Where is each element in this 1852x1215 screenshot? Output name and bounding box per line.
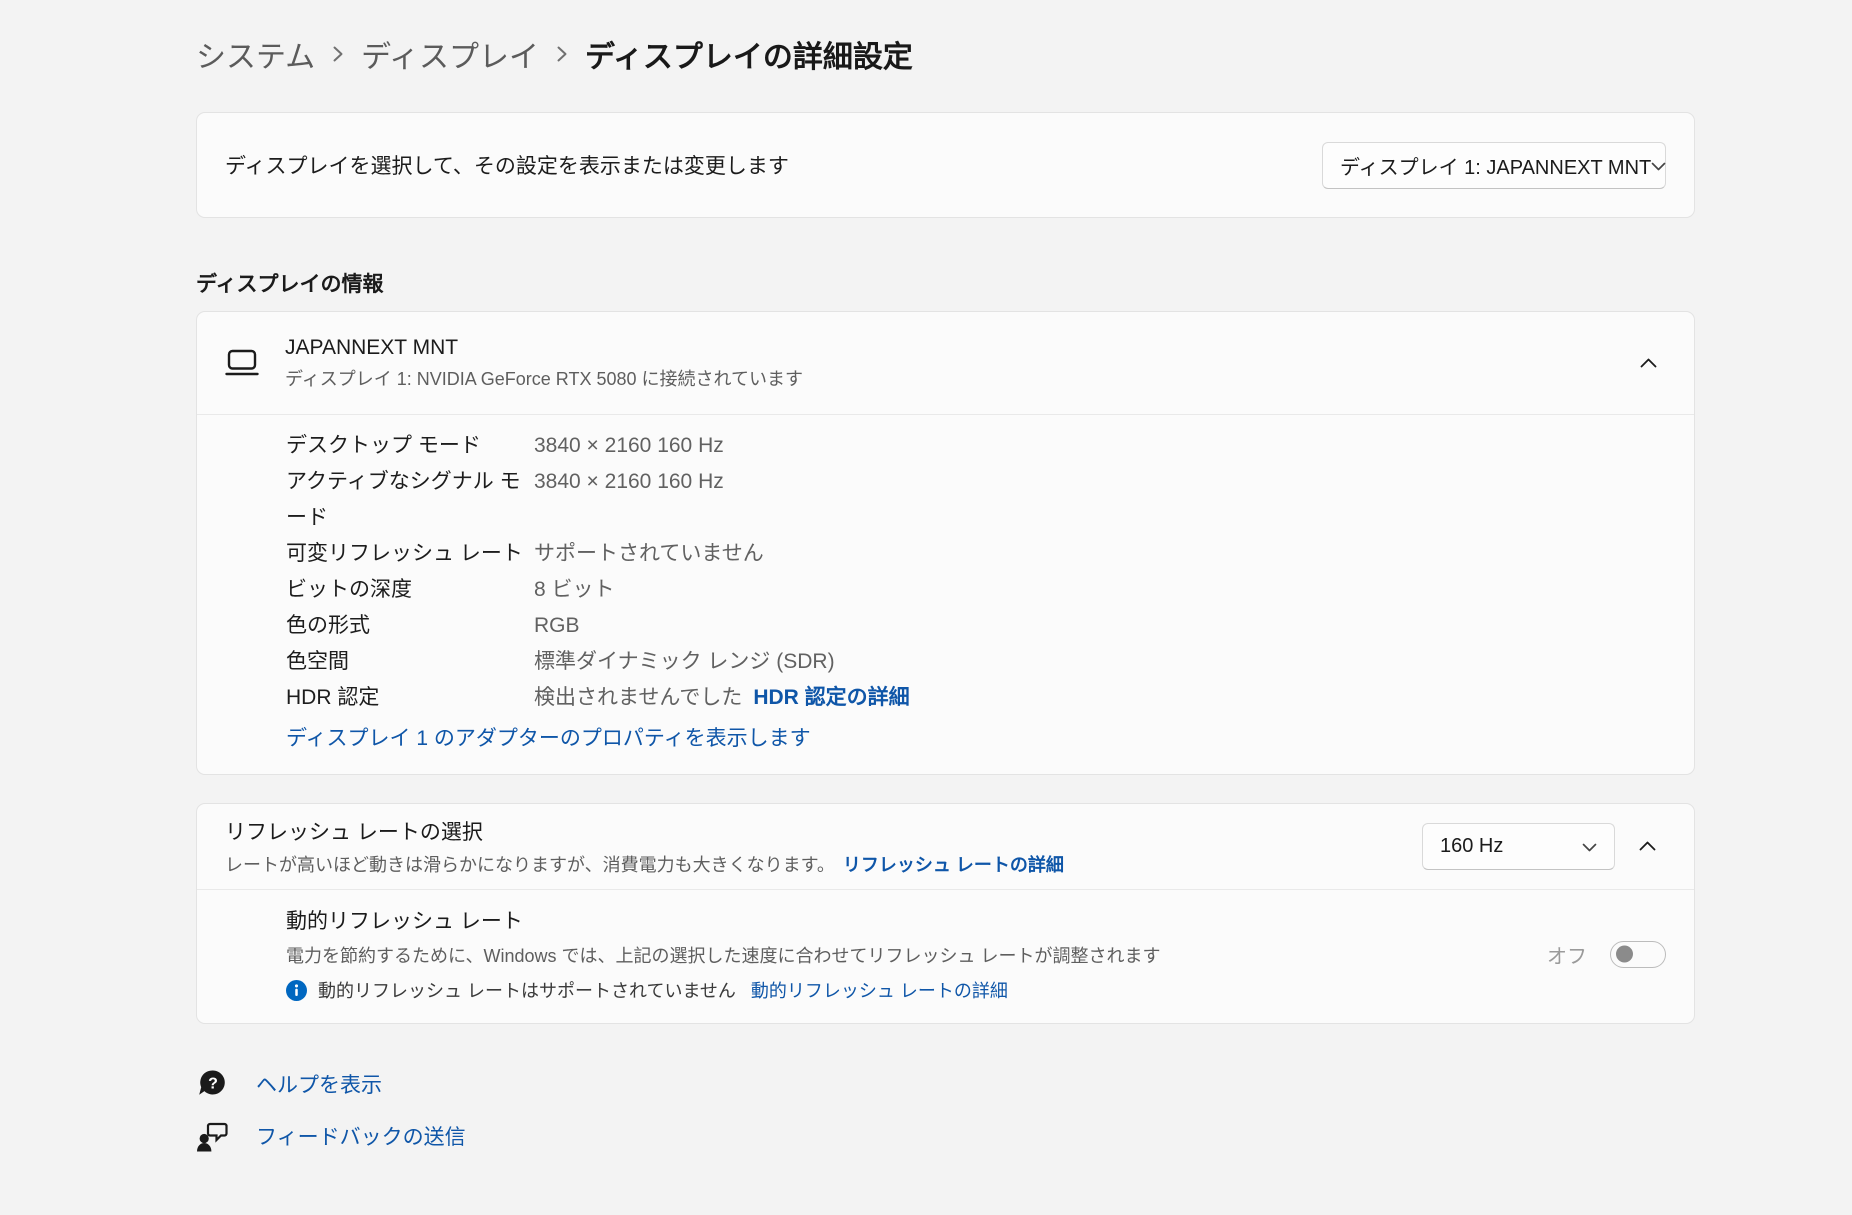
display-info-header: JAPANNEXT MNT ディスプレイ 1: NVIDIA GeForce R… xyxy=(197,312,1694,414)
help-icon: ? xyxy=(196,1068,229,1101)
display-selector-dropdown[interactable]: ディスプレイ 1: JAPANNEXT MNT xyxy=(1322,141,1666,189)
display-name: JAPANNEXT MNT xyxy=(285,335,459,359)
detail-row-color-format: 色の形式 RGB xyxy=(286,614,580,637)
chevron-down-icon xyxy=(1582,835,1597,858)
detail-row-variable-refresh-rate: 可変リフレッシュ レート サポートされていません xyxy=(286,542,764,565)
display-info-card: JAPANNEXT MNT ディスプレイ 1: NVIDIA GeForce R… xyxy=(196,311,1695,775)
collapse-refresh-rate-button[interactable] xyxy=(1629,831,1666,862)
dynamic-refresh-toggle[interactable] xyxy=(1610,940,1666,968)
dynamic-refresh-rate-section: 動的リフレッシュ レート 電力を節約するために、Windows では、上記の選択… xyxy=(197,890,1694,1023)
dynamic-refresh-rate-description: 電力を節約するために、Windows では、上記の選択した速度に合わせてリフレッ… xyxy=(286,946,1161,966)
refresh-rate-title: リフレッシュ レートの選択 xyxy=(225,821,483,844)
chevron-up-icon xyxy=(1639,839,1656,854)
hdr-certification-details-link[interactable]: HDR 認定の詳細 xyxy=(753,686,909,709)
display-connection: ディスプレイ 1: NVIDIA GeForce RTX 5080 に接続されて… xyxy=(285,368,803,389)
feedback-link-row: フィードバックの送信 xyxy=(196,1120,1695,1152)
dynamic-refresh-rate-details-link[interactable]: 動的リフレッシュ レートの詳細 xyxy=(751,977,1008,1003)
breadcrumb-chevron-icon xyxy=(556,43,568,65)
adapter-properties-link[interactable]: ディスプレイ 1 のアダプターのプロパティを表示します xyxy=(286,722,811,756)
collapse-display-info-button[interactable] xyxy=(1630,348,1667,379)
refresh-rate-header: リフレッシュ レートの選択 レートが高いほど動きは滑らかになりますが、消費電力も… xyxy=(197,804,1694,889)
svg-text:?: ? xyxy=(208,1075,218,1092)
refresh-rate-dropdown[interactable]: 160 Hz xyxy=(1422,823,1615,870)
chevron-up-icon xyxy=(1640,356,1657,371)
breadcrumb-system[interactable]: システム xyxy=(196,32,315,76)
dynamic-refresh-rate-status-line: 動的リフレッシュ レートはサポートされていません 動的リフレッシュ レートの詳細 xyxy=(286,977,1160,1003)
display-icon xyxy=(224,348,260,378)
detail-row-hdr-certification: HDR 認定 検出されませんでした HDR 認定の詳細 xyxy=(286,686,910,709)
display-selector-value: ディスプレイ 1: JAPANNEXT MNT xyxy=(1340,156,1652,179)
send-feedback-link[interactable]: フィードバックの送信 xyxy=(256,1121,466,1151)
page-title: ディスプレイの詳細設定 xyxy=(585,41,913,74)
chevron-down-icon xyxy=(1651,154,1666,177)
dynamic-refresh-rate-status: 動的リフレッシュ レートはサポートされていません xyxy=(318,981,736,1001)
breadcrumb-display[interactable]: ディスプレイ xyxy=(361,32,539,76)
display-selector-description: ディスプレイを選択して、その設定を表示または変更します xyxy=(225,155,789,178)
refresh-rate-description: レートが高いほど動きは滑らかになりますが、消費電力も大きくなります。 リフレッシュ… xyxy=(225,855,1064,875)
footer-links: ? ヘルプを表示 フィードバックの送信 xyxy=(196,1068,1695,1152)
detail-row-active-signal-mode: アクティブなシグナル モード 3840 × 2160 160 Hz xyxy=(286,470,724,529)
detail-row-desktop-mode: デスクトップ モード 3840 × 2160 160 Hz xyxy=(286,434,724,457)
detail-row-color-space: 色空間 標準ダイナミック レンジ (SDR) xyxy=(286,650,835,673)
refresh-rate-value: 160 Hz xyxy=(1440,835,1504,857)
feedback-icon xyxy=(196,1121,229,1152)
detail-row-bit-depth: ビットの深度 8 ビット xyxy=(286,578,615,601)
refresh-rate-details-link[interactable]: リフレッシュ レートの詳細 xyxy=(843,855,1064,875)
refresh-rate-card: リフレッシュ レートの選択 レートが高いほど動きは滑らかになりますが、消費電力も… xyxy=(196,803,1695,1024)
toggle-knob xyxy=(1616,945,1633,963)
help-link-row: ? ヘルプを表示 xyxy=(196,1068,1695,1100)
dynamic-refresh-rate-title: 動的リフレッシュ レート xyxy=(286,910,523,933)
info-icon xyxy=(286,979,307,1001)
display-selector-card: ディスプレイを選択して、その設定を表示または変更します ディスプレイ 1: JA… xyxy=(196,112,1695,218)
display-info-section-title: ディスプレイの情報 xyxy=(196,273,384,296)
breadcrumb-chevron-icon xyxy=(332,43,344,65)
breadcrumb: システム ディスプレイ ディスプレイの詳細設定 xyxy=(196,30,1695,78)
toggle-state-label: オフ xyxy=(1547,945,1587,968)
show-help-link[interactable]: ヘルプを表示 xyxy=(256,1069,382,1099)
display-info-details: デスクトップ モード 3840 × 2160 160 Hz アクティブなシグナル… xyxy=(197,415,1694,774)
settings-content: システム ディスプレイ ディスプレイの詳細設定 ディスプレイを選択して、その設定… xyxy=(196,0,1695,1172)
